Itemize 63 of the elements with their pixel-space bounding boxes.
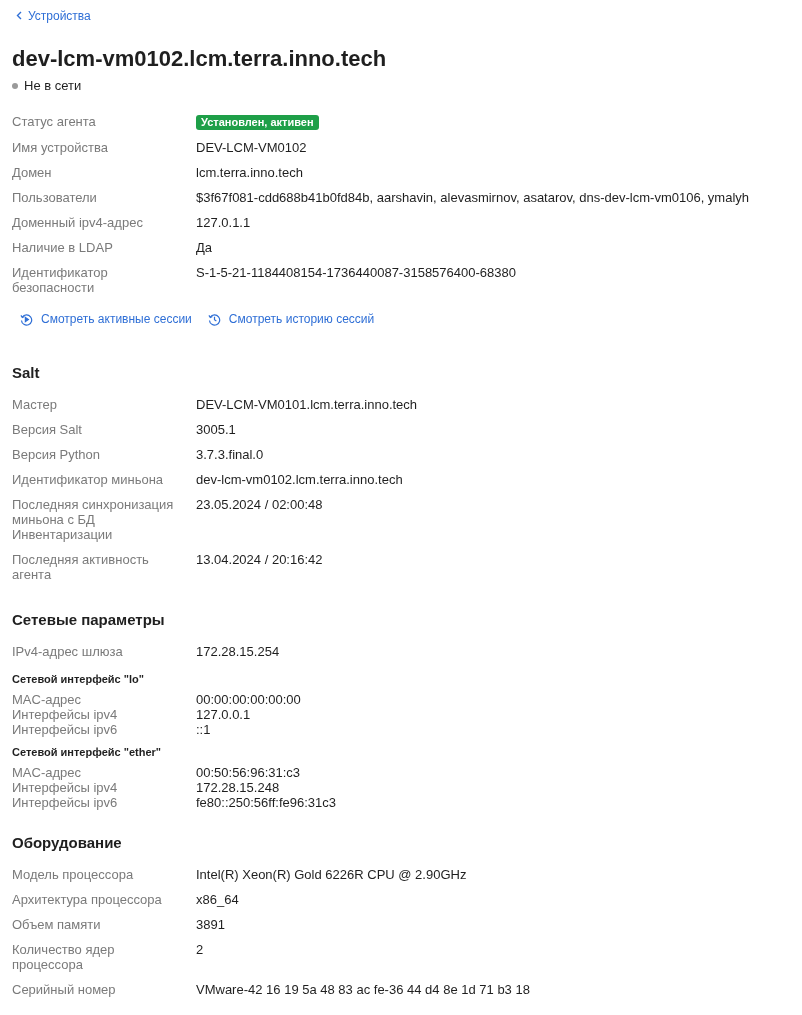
field-label: Архитектура процессора xyxy=(12,892,163,907)
field-label: Версия Salt xyxy=(12,422,83,437)
field-value: Intel(R) Xeon(R) Gold 6226R CPU @ 2.90GHz xyxy=(196,867,468,882)
field-label: IPv4-адрес шлюза xyxy=(12,644,124,659)
field-value: 172.28.15.248 xyxy=(196,780,281,795)
field-label: Количество ядер процессора xyxy=(12,942,116,972)
field-label: Идентификатор миньона xyxy=(12,472,165,487)
field-value: 00:50:56:96:31:c3 xyxy=(196,765,302,780)
interface-title: Сетевой интерфейс "ether" xyxy=(12,745,163,759)
field-value: 3891 xyxy=(196,917,226,932)
field-label: Имя устройства xyxy=(12,140,109,155)
field-value: fe80::250:56ff:fe96:31c3 xyxy=(196,795,337,810)
field-value: 00:00:00:00:00:00 xyxy=(196,692,302,707)
field-label: Последняя синхронизация миньона с БД Инвентаризации xyxy=(12,497,175,542)
field-value: dev-lcm-vm0102.lcm.terra.inno.tech xyxy=(196,472,404,487)
field-label: Доменный ipv4-адрес xyxy=(12,215,144,230)
field-value: x86_64 xyxy=(196,892,240,907)
field-label: Мастер xyxy=(12,397,58,412)
field-value: 127.0.0.1 xyxy=(196,707,252,722)
field-value: VMware-42 16 19 5a 48 83 ac fe-36 44 d4 8e 1d 71 b3 18 xyxy=(196,982,531,997)
field-label: Версия Python xyxy=(12,447,102,462)
field-label: MAC-адрес xyxy=(12,692,82,707)
field-label: Интерфейсы ipv4 xyxy=(12,707,119,722)
field-label: Наличие в LDAP xyxy=(12,240,114,255)
field-value: DEV-LCM-VM0101.lcm.terra.inno.tech xyxy=(196,397,419,412)
field-label: Интерфейсы ipv6 xyxy=(12,722,119,737)
field-value: 13.04.2024 / 20:16:42 xyxy=(196,552,324,569)
field-label: Интерфейсы ipv6 xyxy=(12,795,119,810)
status-text: Не в сети xyxy=(24,78,82,93)
field-label: Объем памяти xyxy=(12,917,102,932)
section-title: Salt xyxy=(12,364,41,382)
field-value: 127.0.1.1 xyxy=(196,215,252,230)
field-value: Да xyxy=(196,240,214,255)
page-title: dev-lcm-vm0102.lcm.terra.inno.tech xyxy=(12,45,388,73)
chevron-left-icon xyxy=(16,11,22,20)
field-label: Идентификатор безопасности xyxy=(12,265,109,295)
section-title: Сетевые параметры xyxy=(12,611,166,629)
field-label: MAC-адрес xyxy=(12,765,82,780)
field-value: lcm.terra.inno.tech xyxy=(196,165,304,180)
session-link[interactable]: Смотреть активные сессии xyxy=(20,312,192,326)
field-label: Модель процессора xyxy=(12,867,135,882)
field-value: 2 xyxy=(196,942,205,959)
field-value: ::1 xyxy=(196,722,212,737)
field-value: 3005.1 xyxy=(196,422,237,437)
field-value: DEV-LCM-VM0102 xyxy=(196,140,308,155)
section-title: Оборудование xyxy=(12,834,123,852)
history-icon xyxy=(207,312,221,326)
field-label: Последняя активность агента xyxy=(12,552,150,582)
field-value: 3.7.3.final.0 xyxy=(196,447,265,462)
field-value: 23.05.2024 / 02:00:48 xyxy=(196,497,324,514)
field-label: Пользователи xyxy=(12,190,98,205)
session-link[interactable]: Смотреть историю сессий xyxy=(207,312,375,326)
field-value: $3f67f081-cdd688b41b0fd84b, aarshavin, alevasmirnov, asatarov, dns-dev-lcm-vm0106, ymalyh xyxy=(196,190,751,205)
session-replay-icon xyxy=(20,312,33,326)
field-label: Домен xyxy=(12,165,53,180)
back-link[interactable]: Устройства xyxy=(12,8,95,23)
status-badge: Установлен, активен xyxy=(196,115,319,130)
interface-title: Сетевой интерфейс "lo" xyxy=(12,672,145,686)
field-label: Интерфейсы ipv4 xyxy=(12,780,119,795)
field-label: Статус агента xyxy=(12,114,97,130)
field-value: 172.28.15.254 xyxy=(196,644,281,659)
field-label: Серийный номер xyxy=(12,982,117,997)
field-value: S-1-5-21-1184408154-1736440087-3158576400-68380 xyxy=(196,265,517,282)
